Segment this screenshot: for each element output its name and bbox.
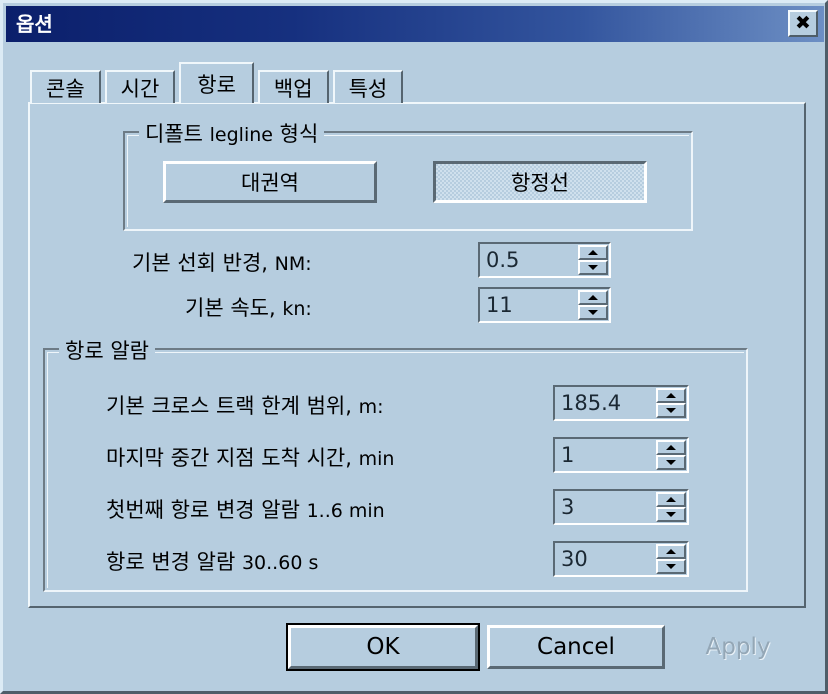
close-x-icon: ✖ [795,12,811,34]
window-title: 옵션 [16,12,53,36]
speed-unit: kn: [282,298,312,320]
great-circle-button[interactable]: 대권역 [163,161,377,203]
cancel-button[interactable]: Cancel [487,625,665,669]
group-label-suffix: 형식 [279,122,319,146]
group-label-prefix: 디폴트 [145,122,203,146]
cross-track-limit-label: 기본 크로스 트랙 한계 범위, m: [106,396,384,417]
ok-button[interactable]: OK [286,623,480,671]
tab-console[interactable]: 콘솔 [30,70,101,103]
turn-radius-spin-up-button[interactable] [578,245,608,260]
turn-radius-value[interactable]: 0.5 [480,244,578,276]
course-change-alarm-spin-buttons [656,544,686,574]
group-label-en: legline [209,124,273,146]
turn-radius-unit: NM: [274,253,312,275]
turn-radius-spin-down-button[interactable] [578,260,608,275]
course-change-alarm-value[interactable]: 30 [555,543,656,575]
last-waypoint-eta-spin-down-button[interactable] [656,455,686,470]
caret-down-icon [666,564,676,569]
course-change-alarm-spin-up-button[interactable] [656,544,686,559]
course-change-alarm-spinner[interactable]: 30 [553,541,689,577]
last-waypoint-eta-label: 마지막 중간 지점 도착 시간, min [106,448,394,469]
default-legline-type-group: 디폴트 legline 형식 대권역 항정선 [123,118,693,231]
first-course-change-alarm-value[interactable]: 3 [555,491,656,523]
cross-track-limit-spin-down-button[interactable] [656,403,686,418]
first-course-change-alarm-spin-up-button[interactable] [656,492,686,507]
caret-down-icon [666,512,676,517]
first-course-change-alarm-spinner[interactable]: 3 [553,489,689,525]
first-course-change-alarm-spin-buttons [656,492,686,522]
last-waypoint-eta-spinner[interactable]: 1 [553,437,689,473]
route-tab-panel: 디폴트 legline 형식 대권역 항정선 기본 선회 반경, NM: 0.5… [28,102,806,608]
tab-route[interactable]: 항로 [179,62,254,103]
speed-spinner[interactable]: 11 [478,287,611,323]
turn-radius-label: 기본 선회 반경, NM: [132,253,312,274]
tab-time[interactable]: 시간 [104,70,176,103]
default-legline-type-group-label: 디폴트 legline 형식 [139,118,325,148]
route-alarm-group: 항로 알람 기본 크로스 트랙 한계 범위, m: 185.4 마지막 중간 지… [43,335,748,592]
close-button[interactable]: ✖ [788,10,818,37]
caret-up-icon [666,393,676,398]
turn-radius-spin-buttons [578,245,608,275]
caret-down-icon [588,265,598,270]
caret-down-icon [588,310,598,315]
speed-spin-buttons [578,290,608,320]
rhumb-line-button[interactable]: 항정선 [433,161,647,203]
last-waypoint-eta-spin-buttons [656,440,686,470]
caret-down-icon [666,408,676,413]
speed-spin-down-button[interactable] [578,305,608,320]
first-course-change-alarm-label-ko: 첫번째 항로 변경 알람 [106,498,300,522]
cross-track-limit-spin-buttons [656,388,686,418]
cross-track-limit-spinner[interactable]: 185.4 [553,385,689,421]
title-bar: 옵션 ✖ [6,6,824,42]
cross-track-limit-unit: m: [358,396,384,418]
caret-up-icon [666,497,676,502]
course-change-alarm-unit: 30..60 s [241,552,319,574]
tab-strip: 콘솔 시간 항로 백업 특성 [30,62,407,103]
speed-value[interactable]: 11 [480,289,578,321]
last-waypoint-eta-label-ko: 마지막 중간 지점 도착 시간, [106,446,352,470]
caret-up-icon [666,549,676,554]
caret-up-icon [666,445,676,450]
last-waypoint-eta-value[interactable]: 1 [555,439,656,471]
speed-label-ko: 기본 속도, [185,296,276,320]
options-dialog-window: 옵션 ✖ 콘솔 시간 항로 백업 특성 디폴트 legline 형식 대권역 항… [0,0,828,694]
cross-track-limit-spin-up-button[interactable] [656,388,686,403]
speed-spin-up-button[interactable] [578,290,608,305]
apply-button: Apply [673,625,803,669]
first-course-change-alarm-spin-down-button[interactable] [656,507,686,522]
first-course-change-alarm-unit: 1..6 min [306,500,385,522]
speed-label: 기본 속도, kn: [185,298,312,319]
turn-radius-spinner[interactable]: 0.5 [478,242,611,278]
cross-track-limit-value[interactable]: 185.4 [555,387,656,419]
caret-down-icon [666,460,676,465]
course-change-alarm-label-ko: 항로 변경 알람 [106,550,236,574]
tab-backup[interactable]: 백업 [257,70,329,103]
caret-up-icon [588,295,598,300]
cross-track-limit-label-ko: 기본 크로스 트랙 한계 범위, [106,394,352,418]
turn-radius-label-ko: 기본 선회 반경, [132,251,268,275]
last-waypoint-eta-spin-up-button[interactable] [656,440,686,455]
caret-up-icon [588,250,598,255]
course-change-alarm-label: 항로 변경 알람 30..60 s [106,552,318,573]
route-alarm-group-label: 항로 알람 [59,335,155,365]
first-course-change-alarm-label: 첫번째 항로 변경 알람 1..6 min [106,500,385,521]
course-change-alarm-spin-down-button[interactable] [656,559,686,574]
last-waypoint-eta-unit: min [358,448,395,470]
tab-properties[interactable]: 특성 [332,70,404,103]
